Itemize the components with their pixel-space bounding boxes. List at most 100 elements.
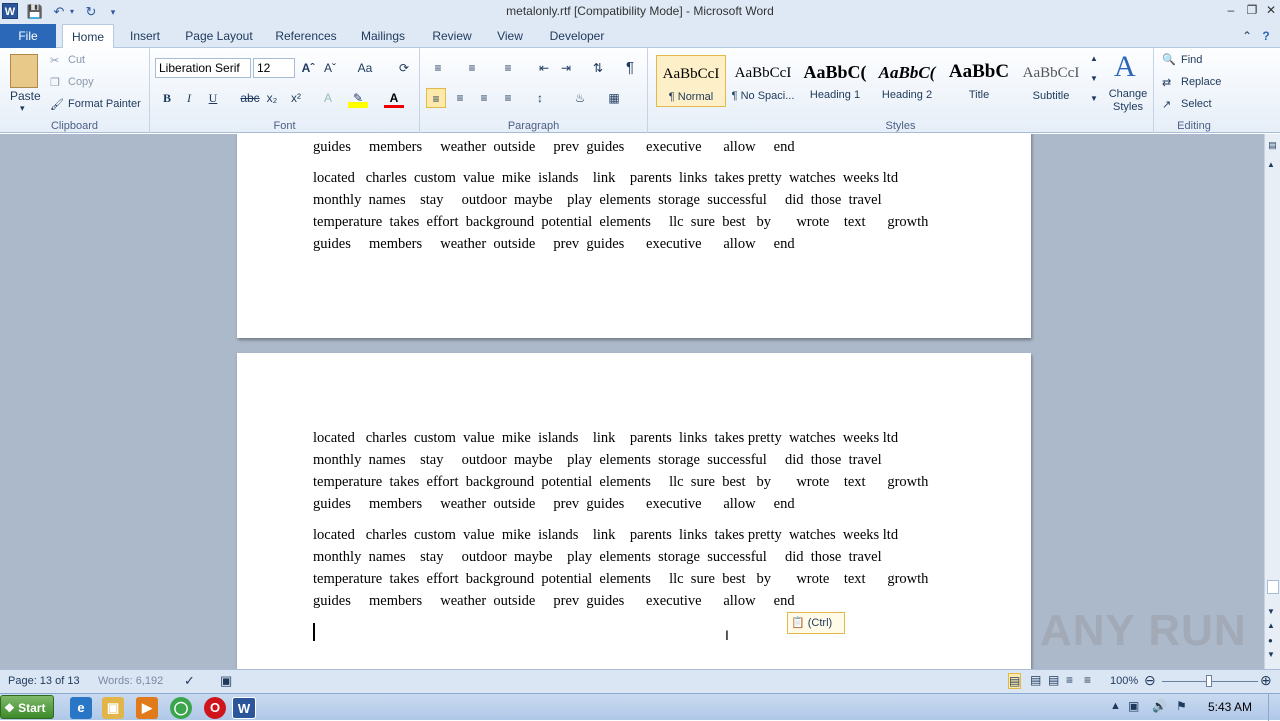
align-right-icon[interactable]: ≡ [474, 88, 494, 108]
paste-dropdown-icon[interactable]: ▾ [20, 103, 25, 114]
copy-button[interactable]: Copy [68, 76, 94, 88]
align-left-icon[interactable]: ≡ [426, 88, 446, 108]
decrease-indent-icon[interactable]: ⇤ [534, 58, 554, 78]
style-normal[interactable]: AaBbCcI ¶ Normal [656, 55, 726, 107]
show-desktop-button[interactable] [1268, 694, 1280, 721]
tab-mailings[interactable]: Mailings [354, 24, 412, 48]
replace-button[interactable]: Replace [1181, 76, 1221, 88]
start-button[interactable]: ❖ Start [0, 695, 54, 719]
document-line[interactable]: guides members weather outside prev guid… [313, 136, 953, 158]
web-layout-icon[interactable]: ▤ [1048, 673, 1059, 687]
volume-icon[interactable]: 🔊 [1152, 699, 1167, 713]
macro-record-icon[interactable]: ▣ [220, 673, 232, 689]
minimize-ribbon-icon[interactable]: ⌃ [1240, 24, 1254, 48]
document-line[interactable]: guides members weather outside prev guid… [313, 590, 953, 612]
paste-icon[interactable] [10, 54, 38, 88]
format-painter-button[interactable]: Format Painter [68, 98, 141, 110]
styles-scroll-down-icon[interactable]: ▼ [1090, 74, 1098, 83]
style-subtitle[interactable]: AaBbCcI Subtitle [1016, 55, 1086, 107]
document-line[interactable]: located charles custom value mike island… [313, 427, 953, 449]
zoom-level[interactable]: 100% [1110, 675, 1138, 687]
sort-icon[interactable]: ⇅ [588, 58, 608, 78]
find-button[interactable]: Find [1181, 54, 1202, 66]
document-line[interactable]: monthly names stay outdoor maybe play el… [313, 189, 953, 211]
close-button[interactable]: ✕ [1262, 2, 1280, 18]
document-line[interactable]: temperature takes effort background pote… [313, 471, 953, 493]
tab-references[interactable]: References [270, 24, 342, 48]
highlight-icon[interactable]: ✎ [348, 88, 368, 108]
tab-developer[interactable]: Developer [544, 24, 610, 48]
change-styles-button[interactable]: Change Styles [1104, 88, 1152, 114]
style-heading-1[interactable]: AaBbC( Heading 1 [800, 55, 870, 107]
word-count[interactable]: Words: 6,192 [98, 675, 163, 687]
tab-review[interactable]: Review [424, 24, 480, 48]
style-title[interactable]: AaBbC Title [944, 55, 1014, 107]
scroll-up-icon[interactable]: ▲ [1267, 160, 1275, 169]
chrome-icon[interactable]: ◯ [170, 697, 192, 719]
vertical-scrollbar[interactable]: ▤ ▲ ▼ ▲ ● ▼ [1264, 134, 1280, 669]
next-page-icon[interactable]: ▼ [1267, 650, 1275, 659]
scroll-thumb[interactable] [1267, 580, 1279, 594]
font-family-combo[interactable]: Liberation Serif [155, 58, 251, 78]
minimize-button[interactable]: – [1222, 2, 1240, 18]
print-layout-icon[interactable]: ▤ [1008, 673, 1022, 689]
clear-formatting-icon[interactable]: ⟳ [394, 58, 414, 78]
superscript-icon[interactable]: x² [286, 88, 306, 108]
full-screen-reading-icon[interactable]: ▤ [1030, 673, 1041, 687]
show-formatting-icon[interactable]: ¶ [620, 58, 640, 78]
zoom-slider-thumb[interactable] [1206, 675, 1212, 687]
document-line[interactable]: located charles custom value mike island… [313, 524, 953, 546]
paste-options-button[interactable]: 📋 (Ctrl) [787, 612, 845, 634]
strikethrough-icon[interactable]: abc [240, 88, 260, 108]
subscript-icon[interactable]: x₂ [262, 88, 282, 108]
borders-icon[interactable]: ▦ [604, 88, 624, 108]
clock[interactable]: 5:43 AM [1208, 700, 1252, 714]
styles-scroll-up-icon[interactable]: ▲ [1090, 54, 1098, 63]
proofing-icon[interactable]: ✓ [184, 673, 195, 689]
text-effects-icon[interactable]: A [318, 88, 338, 108]
help-icon[interactable]: ? [1258, 24, 1274, 48]
document-line[interactable]: monthly names stay outdoor maybe play el… [313, 546, 953, 568]
select-button[interactable]: Select [1181, 98, 1212, 110]
shrink-font-icon[interactable]: Aˇ [320, 58, 340, 78]
line-spacing-icon[interactable]: ↕ [530, 88, 550, 108]
tab-insert[interactable]: Insert [122, 24, 168, 48]
restore-button[interactable]: ❐ [1243, 2, 1261, 18]
document-line[interactable]: temperature takes effort background pote… [313, 211, 953, 233]
document-line[interactable]: guides members weather outside prev guid… [313, 233, 953, 255]
scroll-down-icon[interactable]: ▼ [1267, 607, 1275, 616]
shading-icon[interactable]: ♨ [570, 88, 590, 108]
outline-icon[interactable]: ≡ [1066, 673, 1073, 687]
font-color-icon[interactable]: A [384, 88, 404, 108]
network-icon[interactable]: ▣ [1128, 699, 1139, 713]
media-player-icon[interactable]: ▶ [136, 697, 158, 719]
document-line[interactable]: guides members weather outside prev guid… [313, 493, 953, 515]
zoom-out-icon[interactable]: ⊖ [1144, 672, 1156, 689]
ie-icon[interactable]: e [70, 697, 92, 719]
paste-button[interactable]: Paste [10, 89, 41, 103]
bold-icon[interactable]: B [157, 88, 177, 108]
previous-page-icon[interactable]: ▲ [1267, 621, 1275, 630]
browse-object-icon[interactable]: ● [1268, 636, 1273, 645]
styles-more-icon[interactable]: ▼ [1090, 94, 1098, 103]
underline-icon[interactable]: U [203, 88, 223, 108]
grow-font-icon[interactable]: Aˆ [298, 58, 318, 78]
tab-file[interactable]: File [0, 24, 56, 48]
cut-button[interactable]: Cut [68, 54, 85, 66]
document-line[interactable]: monthly names stay outdoor maybe play el… [313, 449, 953, 471]
tab-view[interactable]: View [490, 24, 530, 48]
justify-icon[interactable]: ≡ [498, 88, 518, 108]
explorer-icon[interactable]: ▣ [102, 697, 124, 719]
action-center-flag-icon[interactable]: ⚑ [1176, 699, 1187, 713]
multilevel-list-icon[interactable]: ≡ [498, 58, 518, 78]
ruler-toggle-icon[interactable]: ▤ [1266, 140, 1279, 153]
draft-icon[interactable]: ≡ [1084, 673, 1091, 687]
style-no-spacing[interactable]: AaBbCcI ¶ No Spaci... [728, 55, 798, 107]
document-line[interactable]: temperature takes effort background pote… [313, 568, 953, 590]
align-center-icon[interactable]: ≡ [450, 88, 470, 108]
opera-icon[interactable]: O [204, 697, 226, 719]
word-taskbar-icon[interactable]: W [232, 697, 256, 719]
italic-icon[interactable]: I [179, 88, 199, 108]
numbering-icon[interactable]: ≡ [462, 58, 482, 78]
style-heading-2[interactable]: AaBbC( Heading 2 [872, 55, 942, 107]
